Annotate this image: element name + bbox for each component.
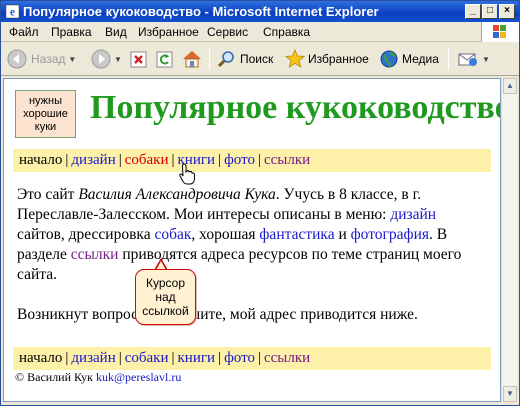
nav-separator: | [118,152,122,168]
text: и [334,226,351,243]
nav-separator: | [171,152,175,168]
closing-paragraph: Возникнут вопросы — пишите, мой адрес пр… [17,306,418,323]
text: сайтов, дрессировка [17,226,155,243]
media-button[interactable]: Медиа [379,47,439,71]
mail-icon [458,53,477,66]
nav-link-links[interactable]: ссылки [264,152,310,168]
link-photo[interactable]: фотография [351,226,429,243]
window-title: Популярное кукоководство - Microsoft Int… [23,4,379,19]
text: , хорошая [191,226,260,243]
browser-window: e Популярное кукоководство - Microsoft I… [0,0,520,406]
page-title: Популярное кукоководство [90,89,501,126]
nav-link-dogs[interactable]: собаки [125,152,169,168]
intro-paragraph: Это сайт Василия Александровича Кука. Уч… [17,185,487,285]
toolbar-separator [448,48,449,70]
nav-separator: | [257,350,261,366]
tooltip-line: Курсор [145,276,185,290]
logo-line: нужны [28,95,63,107]
title-bar[interactable]: e Популярное кукоководство - Microsoft I… [1,1,519,22]
mail-button[interactable]: ▼ [457,47,490,71]
nav-separator: | [118,350,122,366]
home-button[interactable] [181,47,203,71]
maximize-button[interactable]: □ [482,4,498,19]
nav-separator: | [257,152,261,168]
nav-current: начало [19,152,63,168]
footer: © Василий Кук kuk@pereslavl.ru [15,370,181,385]
nav-link-photo[interactable]: фото [224,152,255,168]
nav-link-books[interactable]: книги [178,350,216,366]
refresh-button[interactable] [155,47,175,71]
nav-link-dogs[interactable]: собаки [125,350,169,366]
nav-link-design[interactable]: дизайн [71,152,115,168]
menu-file[interactable]: Файл [9,25,39,39]
link-fantasy[interactable]: фантастика [259,226,334,243]
nav-link-links[interactable]: ссылки [264,350,310,366]
cursor-tooltip: Курсор над ссылкой [135,269,196,325]
bottom-navigation: начало | дизайн | собаки | книги | фото | ссылки [13,347,491,370]
favorites-label: Избранное [308,52,369,66]
text: Это сайт [17,186,79,203]
nav-current: начало [19,350,63,366]
menu-edit[interactable]: Правка [51,25,92,39]
menu-view[interactable]: Вид [105,25,127,39]
star-icon [285,49,305,68]
chevron-down-icon: ▼ [482,54,490,64]
stop-icon [130,51,147,68]
scroll-down-icon[interactable]: ▼ [503,386,517,402]
chevron-down-icon: ▼ [114,54,122,64]
link-design[interactable]: дизайн [390,206,436,223]
menu-help[interactable]: Справка [263,25,310,39]
home-icon [183,51,201,68]
nav-separator: | [218,152,222,168]
author-name: Василия Александровича Кука [78,186,276,203]
back-button[interactable]: Назад ▼ [7,47,76,71]
minimize-button[interactable]: _ [465,4,481,19]
refresh-icon [156,51,173,68]
main-content: Это сайт Василия Александровича Кука. Уч… [17,185,487,345]
nav-link-design[interactable]: дизайн [71,350,115,366]
nav-separator: | [218,350,222,366]
search-button[interactable]: Поиск [217,47,273,71]
copyright-text: © Василий Кук [15,370,96,384]
chevron-down-icon: ▼ [68,54,77,64]
back-label: Назад [31,52,66,66]
ie-icon: e [5,4,20,19]
forward-button[interactable]: ▼ [91,47,122,71]
menu-favorites[interactable]: Избранное [138,25,199,39]
search-icon [217,51,234,68]
logo-line: куки [34,121,57,133]
menu-tools[interactable]: Сервис [207,25,248,39]
scroll-up-icon[interactable]: ▲ [503,78,517,94]
menu-bar: Файл Правка Вид Избранное Сервис Справка [1,22,519,42]
back-arrow-icon [7,49,27,69]
logo-line: хорошие [23,108,68,120]
favorites-button[interactable]: Избранное [285,47,369,71]
windows-logo-icon [481,22,519,42]
link-dogs[interactable]: собак [154,226,191,243]
globe-icon [380,50,398,68]
forward-arrow-icon [91,49,111,69]
top-navigation: начало | дизайн | собаки | книги | фото | ссылки [13,149,491,172]
hand-cursor-icon [179,163,195,185]
media-label: Медиа [402,52,439,66]
svg-text:e: e [10,7,15,19]
page-viewport[interactable]: нужны хорошие куки Популярное кукоководс… [3,78,501,402]
nav-separator: | [171,350,175,366]
nav-link-photo[interactable]: фото [224,350,255,366]
close-button[interactable]: × [499,4,515,19]
email-link[interactable]: kuk@pereslavl.ru [96,370,181,384]
stop-button[interactable] [129,47,149,71]
toolbar: Назад ▼ ▼ Поиск Избранное Медиа ▼ [1,42,519,76]
vertical-scrollbar[interactable]: ▲ ▼ [501,78,517,402]
search-label: Поиск [240,52,274,66]
tooltip-line: над [155,290,176,304]
logo: нужны хорошие куки [15,90,76,138]
toolbar-separator [209,48,210,70]
tooltip-line: ссылкой [142,304,189,318]
link-links[interactable]: ссылки [71,246,119,263]
